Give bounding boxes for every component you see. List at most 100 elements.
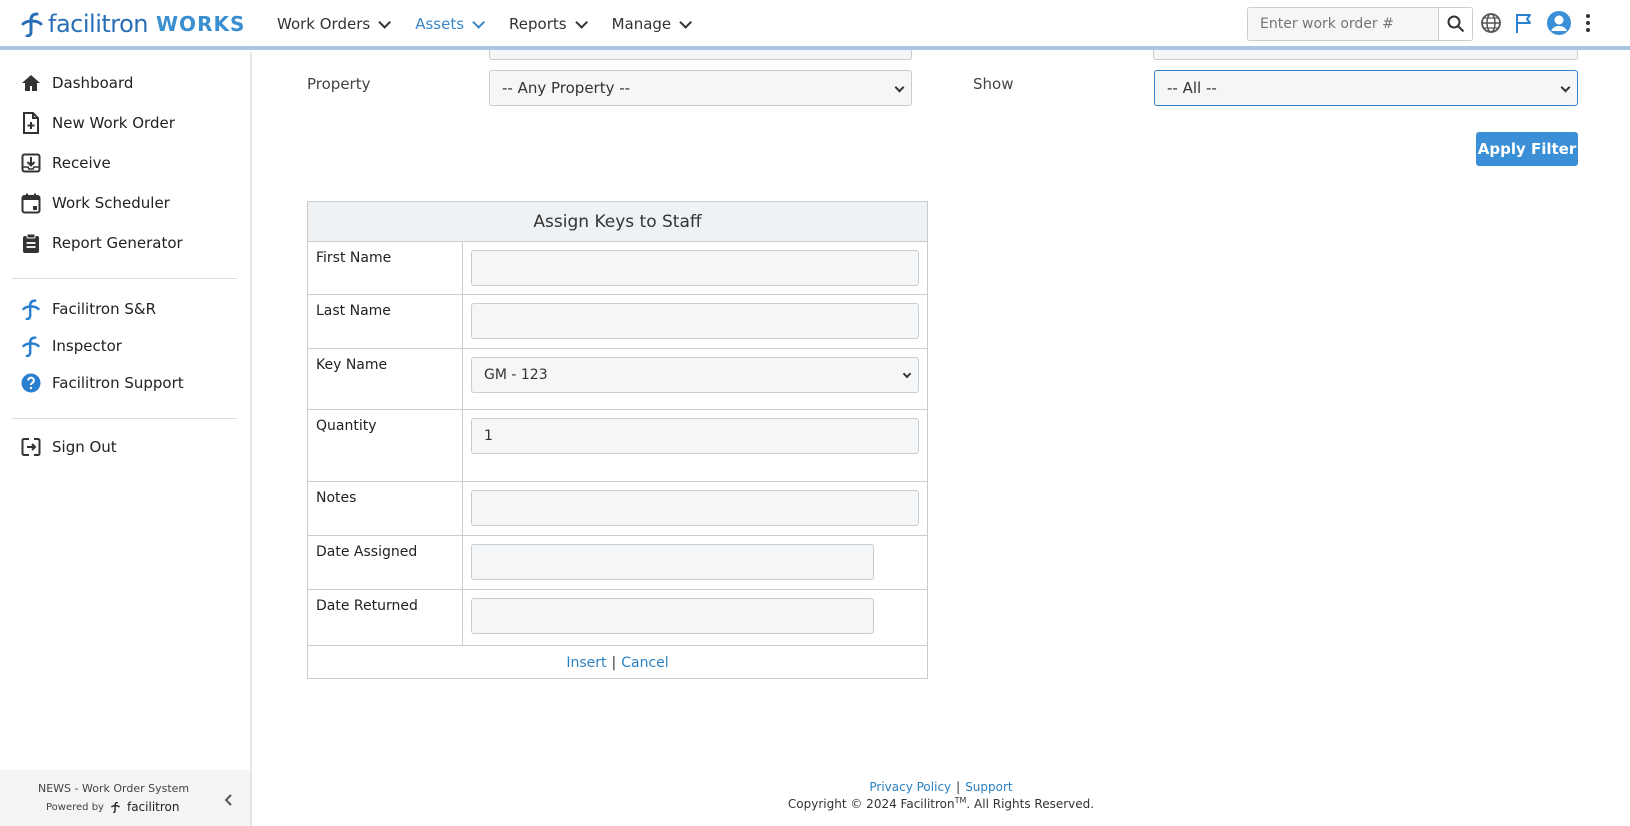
quantity-label: Quantity — [316, 418, 377, 434]
clipboard-icon — [23, 233, 39, 253]
calendar-icon — [21, 193, 41, 213]
sidebar-item-label: Receive — [52, 154, 111, 172]
sidebar-item-new-work-order[interactable]: New Work Order — [20, 112, 175, 134]
sidebar-item-label: Work Scheduler — [52, 194, 170, 212]
top-icons — [1480, 10, 1604, 36]
show-select-value: -- All -- — [1167, 79, 1217, 97]
rights-text: . All Rights Reserved. — [966, 797, 1095, 811]
first-name-input[interactable] — [471, 250, 919, 286]
sidebar-item-work-scheduler[interactable]: Work Scheduler — [20, 192, 170, 214]
notes-input[interactable] — [471, 490, 919, 526]
facilitron-works-logo[interactable]: facilitron WORKS — [20, 10, 245, 38]
user-avatar-button[interactable] — [1546, 10, 1572, 36]
sidebar-divider — [12, 418, 237, 419]
flag-icon — [1516, 14, 1531, 33]
search-input[interactable] — [1248, 8, 1438, 40]
inbox-icon — [21, 153, 41, 173]
first-name-row: First Name — [308, 242, 927, 295]
product-name: WORKS — [156, 12, 246, 36]
form-title: Assign Keys to Staff — [308, 202, 927, 242]
nav-reports[interactable]: Reports — [509, 15, 588, 33]
globe-button[interactable] — [1480, 12, 1502, 34]
brand-name: facilitron — [48, 10, 149, 38]
date-returned-label: Date Returned — [316, 598, 418, 614]
chevron-down-icon — [902, 369, 912, 379]
last-name-row: Last Name — [308, 295, 927, 349]
form-actions: Insert | Cancel — [308, 646, 927, 680]
globe-icon — [1481, 13, 1501, 33]
sidebar-item-facilitron-sr[interactable]: Facilitron S&R — [20, 298, 156, 320]
cancel-link[interactable]: Cancel — [621, 655, 668, 671]
sidebar-footer: NEWS - Work Order System Powered by faci… — [0, 770, 250, 826]
sidebar-item-inspector[interactable]: Inspector — [20, 335, 122, 357]
sidebar-item-dashboard[interactable]: Dashboard — [20, 72, 133, 94]
show-select[interactable]: -- All -- — [1154, 70, 1578, 106]
key-name-select[interactable]: GM - 123 — [471, 357, 919, 393]
sidebar-item-label: Facilitron S&R — [52, 300, 157, 318]
assign-keys-form: Assign Keys to Staff First Name Last Nam… — [307, 201, 928, 679]
copyright: Copyright © 2024 FacilitronTM. All Right… — [252, 796, 1630, 811]
flag-button[interactable] — [1514, 12, 1534, 34]
powered-by: Powered by facilitron — [46, 800, 179, 814]
last-name-input[interactable] — [471, 303, 919, 339]
chevron-down-icon — [378, 15, 392, 29]
property-select[interactable]: -- Any Property -- — [489, 70, 912, 106]
sidebar-item-label: New Work Order — [52, 114, 175, 132]
support-link[interactable]: Support — [965, 780, 1012, 794]
facilitron-logo-icon — [22, 336, 40, 357]
privacy-policy-link[interactable]: Privacy Policy — [869, 780, 951, 794]
powered-by-label: Powered by — [46, 801, 104, 813]
quantity-row: Quantity 1 — [308, 410, 927, 482]
file-plus-icon — [23, 112, 39, 134]
more-menu-button[interactable] — [1584, 13, 1592, 33]
sidebar-item-label: Facilitron Support — [52, 374, 184, 392]
nav-assets[interactable]: Assets — [415, 15, 486, 33]
facilitron-logo-icon — [110, 801, 121, 813]
nav-work-orders[interactable]: Work Orders — [277, 15, 392, 33]
sidebar-item-receive[interactable]: Receive — [20, 152, 111, 174]
show-label: Show — [973, 75, 1014, 93]
nav-label: Reports — [509, 15, 567, 33]
chevron-down-icon — [472, 15, 486, 29]
nav-label: Manage — [611, 15, 672, 33]
chevron-down-icon — [679, 15, 693, 29]
footer-links: Privacy Policy | Support — [252, 780, 1630, 794]
search-button[interactable] — [1438, 8, 1472, 40]
nav-label: Work Orders — [277, 15, 371, 33]
nav-label: Assets — [415, 15, 465, 33]
chevron-down-icon — [574, 15, 588, 29]
date-returned-input[interactable] — [471, 598, 874, 634]
separator: | — [611, 655, 617, 671]
apply-filter-button[interactable]: Apply Filter — [1476, 132, 1578, 166]
work-order-search — [1247, 7, 1473, 41]
separator: | — [956, 780, 961, 794]
date-returned-row: Date Returned — [308, 590, 927, 646]
property-select-value: -- Any Property -- — [502, 79, 631, 97]
date-assigned-input[interactable] — [471, 544, 874, 580]
powered-by-brand: facilitron — [126, 800, 180, 814]
date-assigned-row: Date Assigned — [308, 536, 927, 590]
main-nav: Work Orders Assets Reports Manage — [277, 0, 716, 48]
insert-link[interactable]: Insert — [566, 655, 606, 671]
sidebar-item-report-generator[interactable]: Report Generator — [20, 232, 183, 254]
facilitron-logo-icon — [22, 299, 40, 320]
sidebar-item-sign-out[interactable]: Sign Out — [20, 436, 117, 458]
last-name-label: Last Name — [316, 303, 391, 319]
key-name-select-value: GM - 123 — [484, 367, 548, 383]
cut-off-filter-field — [489, 50, 912, 60]
trademark: TM — [954, 796, 967, 805]
home-icon — [22, 75, 40, 91]
sidebar-item-facilitron-support[interactable]: Facilitron Support — [20, 372, 184, 394]
key-name-row: Key Name GM - 123 — [308, 349, 927, 410]
sidebar-divider — [12, 278, 237, 279]
collapse-sidebar-button[interactable] — [224, 792, 234, 811]
nav-manage[interactable]: Manage — [611, 15, 693, 33]
chevron-down-icon — [894, 82, 905, 93]
copyright-text: Copyright © 2024 Facilitron — [787, 797, 955, 811]
chevron-down-icon — [1560, 82, 1571, 93]
quantity-input[interactable]: 1 — [471, 418, 919, 454]
first-name-label: First Name — [316, 250, 392, 266]
page-footer: Privacy Policy | Support Copyright © 2024 … — [252, 780, 1630, 811]
help-icon — [21, 373, 41, 393]
top-navbar: facilitron WORKS Work Orders Assets Repo… — [0, 0, 1630, 50]
